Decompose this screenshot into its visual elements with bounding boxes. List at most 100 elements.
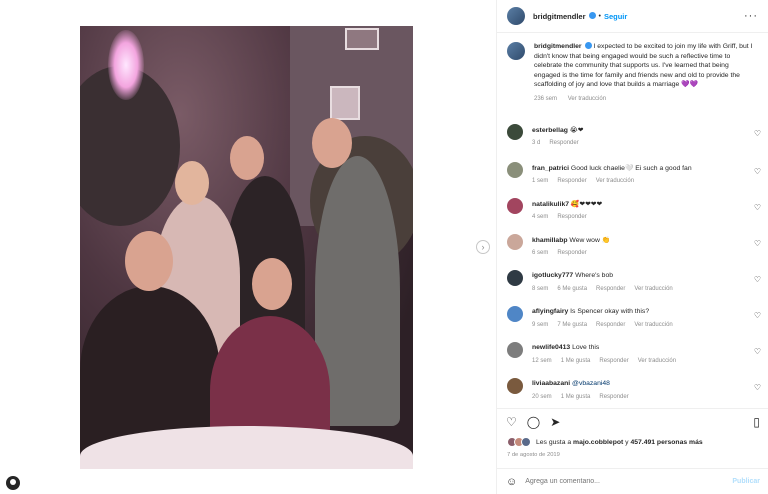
photo-face <box>312 118 352 168</box>
reply-button[interactable]: Responder <box>596 322 625 328</box>
publish-button[interactable]: Publicar <box>732 478 760 485</box>
emoji-icon[interactable]: ☺ <box>506 476 517 488</box>
separator-dot: • <box>598 12 601 20</box>
comment-meta: 8 sem 6 Me gusta Responder Ver traducción <box>532 286 682 292</box>
comment-body: natalikulik7 🥰❤❤❤❤ <box>532 200 602 208</box>
comment-body: aflyingfairy Is Spencer okay with this? <box>532 308 649 315</box>
add-comment-bar: ☺ Publicar <box>497 468 768 494</box>
comment-meta: 3 d Responder <box>532 140 588 146</box>
more-options-icon[interactable]: ··· <box>744 10 758 22</box>
next-arrow-icon[interactable]: › <box>476 240 490 254</box>
comment-avatar[interactable] <box>507 270 523 286</box>
comment-meta: 12 sem 1 Me gusta Responder Ver traducción <box>532 358 685 364</box>
comment-item: esterbellag 😭❤ 3 d Responder ♡ <box>507 124 761 154</box>
verified-badge-icon <box>588 11 596 19</box>
comment-username[interactable]: khamillabp <box>532 237 568 244</box>
comment-avatar[interactable] <box>507 378 523 394</box>
reply-button[interactable]: Responder <box>557 214 586 220</box>
caption-username[interactable]: bridgitmendler <box>534 43 582 50</box>
comment-username[interactable]: liviaabazani <box>532 380 570 387</box>
reply-button[interactable]: Responder <box>557 250 586 256</box>
comment-text: 😭❤ <box>569 127 584 134</box>
comment-like-heart-icon[interactable]: ♡ <box>754 203 761 212</box>
photo-face <box>175 161 209 205</box>
reply-button[interactable]: Responder <box>549 140 578 146</box>
comment-username[interactable]: igotlucky777 <box>532 272 573 279</box>
comment-like-heart-icon[interactable]: ♡ <box>754 311 761 320</box>
photo-light <box>108 30 144 100</box>
verified-badge-icon <box>584 41 592 49</box>
comment-age: 3 d <box>532 140 541 146</box>
likes-connector: y <box>625 438 629 446</box>
photo-face <box>125 231 173 291</box>
comment-avatar[interactable] <box>507 124 523 140</box>
comment-like-count[interactable]: 6 Me gusta <box>557 286 587 292</box>
comment-like-heart-icon[interactable]: ♡ <box>754 275 761 284</box>
comment-meta: 4 sem Responder <box>532 214 596 220</box>
comment-text: Is Spencer okay with this? <box>570 308 650 315</box>
profile-avatar-icon[interactable] <box>6 476 20 490</box>
follow-button[interactable]: Seguir <box>604 12 627 21</box>
likes-summary: Les gusta a majo.cobblepot y 457.491 per… <box>507 437 703 447</box>
likes-text: Les gusta a majo.cobblepot y 457.491 per… <box>536 439 703 446</box>
likes-first-user[interactable]: majo.cobblepot <box>573 439 623 446</box>
comment-age: 12 sem <box>532 358 552 364</box>
reply-button[interactable]: Responder <box>599 394 628 400</box>
bookmark-icon[interactable]: ▯ <box>753 415 760 429</box>
comment-meta: 9 sem 7 Me gusta Responder Ver traducción <box>532 322 682 328</box>
comment-like-heart-icon[interactable]: ♡ <box>754 129 761 138</box>
comment-icon[interactable]: ◯ <box>527 415 540 429</box>
post-header: bridgitmendler • Seguir ··· <box>497 0 768 33</box>
post-photo[interactable] <box>80 26 413 469</box>
photo-window <box>330 86 360 120</box>
comment-username[interactable]: aflyingfairy <box>532 308 568 315</box>
comment-item: natalikulik7 🥰❤❤❤❤ 4 sem Responder ♡ <box>507 198 761 228</box>
comment-mention[interactable]: @vbazani48 <box>572 380 610 387</box>
comment-avatar[interactable] <box>507 198 523 214</box>
comment-like-count[interactable]: 1 Me gusta <box>561 394 591 400</box>
comment-like-count[interactable]: 7 Me gusta <box>557 322 587 328</box>
caption-avatar[interactable] <box>507 42 525 60</box>
comment-like-heart-icon[interactable]: ♡ <box>754 383 761 392</box>
comment-translate-link[interactable]: Ver traducción <box>638 358 676 364</box>
comment-body: esterbellag 😭❤ <box>532 126 583 134</box>
caption-meta: 236 sem Ver traducción <box>534 95 756 105</box>
reply-button[interactable]: Responder <box>599 358 628 364</box>
caption-translate-link[interactable]: Ver traducción <box>568 96 606 102</box>
comment-like-heart-icon[interactable]: ♡ <box>754 239 761 248</box>
photo-face <box>252 258 292 310</box>
caption-age: 236 sem <box>534 95 558 102</box>
comment-avatar[interactable] <box>507 234 523 250</box>
heart-icon[interactable]: ♡ <box>506 415 517 429</box>
reply-button[interactable]: Responder <box>557 178 586 184</box>
caption-emoji: 💜💜 <box>681 81 699 88</box>
share-icon[interactable]: ➤ <box>550 415 560 429</box>
comment-avatar[interactable] <box>507 306 523 322</box>
comment-translate-link[interactable]: Ver traducción <box>596 178 634 184</box>
comment-item: igotlucky777 Where's bob 8 sem 6 Me gusta… <box>507 270 761 300</box>
post-actions-bar: ♡ ◯ ➤ ▯ <box>497 408 768 434</box>
comment-item: aflyingfairy Is Spencer okay with this? … <box>507 306 761 336</box>
comment-translate-link[interactable]: Ver traducción <box>634 286 672 292</box>
comment-avatar[interactable] <box>507 162 523 178</box>
author-avatar[interactable] <box>507 7 525 25</box>
likes-others[interactable]: 457.491 personas más <box>630 439 702 446</box>
photo-window <box>345 28 379 50</box>
comment-username[interactable]: newlife0413 <box>532 344 570 351</box>
comment-username[interactable]: esterbellag <box>532 127 568 134</box>
reply-button[interactable]: Responder <box>596 286 625 292</box>
comment-like-count[interactable]: 1 Me gusta <box>561 358 591 364</box>
comment-like-heart-icon[interactable]: ♡ <box>754 347 761 356</box>
comment-input[interactable] <box>525 478 733 485</box>
comment-translate-link[interactable]: Ver traducción <box>634 322 672 328</box>
comment-username[interactable]: fran_patrici <box>532 165 569 172</box>
comment-age: 20 sem <box>532 394 552 400</box>
comment-body: newlife0413 Love this <box>532 344 599 351</box>
comment-username[interactable]: natalikulik7 <box>532 201 569 208</box>
comment-avatar[interactable] <box>507 342 523 358</box>
post-date: 7 de agosto de 2019 <box>507 452 560 458</box>
likes-prefix: Les gusta a <box>536 438 572 446</box>
comment-like-heart-icon[interactable]: ♡ <box>754 167 761 176</box>
comment-text: Love this <box>572 344 600 351</box>
author-username[interactable]: bridgitmendler <box>533 12 586 21</box>
